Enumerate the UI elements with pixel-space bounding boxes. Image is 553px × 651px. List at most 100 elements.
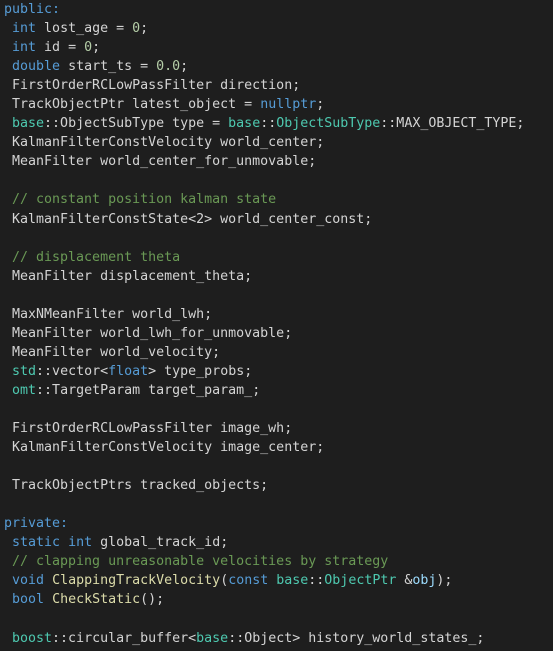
code-token: // clapping unreasonable velocities by s…	[4, 554, 389, 570]
code-token: base	[196, 630, 229, 646]
code-token: int	[68, 535, 93, 551]
code-line: KalmanFilterConstState<2> world_center_c…	[0, 210, 553, 229]
code-token: ObjectPtr	[324, 573, 397, 589]
code-token: TrackObjectPtrs tracked_objects;	[4, 478, 269, 494]
code-token: 0	[132, 21, 141, 37]
code-token: > type_probs;	[148, 363, 253, 379]
code-token: MeanFilter world_center_for_unmovable;	[4, 154, 317, 170]
code-token: obj	[412, 573, 437, 589]
code-token: double	[12, 59, 61, 75]
code-token: KalmanFilterConstState<2> world_center_c…	[4, 211, 373, 227]
code-line: base::ObjectSubType type = base::ObjectS…	[0, 114, 553, 133]
code-token: nullptr	[260, 97, 317, 113]
code-token: bool	[12, 592, 45, 608]
code-line: MeanFilter displacement_theta;	[0, 267, 553, 286]
code-line: FirstOrderRCLowPassFilter image_wh;	[0, 419, 553, 438]
code-line: MeanFilter world_velocity;	[0, 343, 553, 362]
code-line: MeanFilter world_center_for_unmovable;	[0, 152, 553, 171]
code-line: std::vector<float> type_probs;	[0, 362, 553, 381]
code-token: static	[12, 535, 61, 551]
code-token: id =	[36, 40, 85, 56]
code-token: 0.0	[156, 59, 181, 75]
code-line: MeanFilter world_lwh_for_unmovable;	[0, 324, 553, 343]
code-token: KalmanFilterConstVelocity world_center;	[4, 135, 325, 151]
code-token: MeanFilter world_velocity;	[4, 344, 221, 360]
code-token: private:	[4, 516, 69, 532]
code-token: (	[220, 573, 229, 589]
code-token: ::ObjectSubType type =	[44, 116, 229, 132]
code-token: start_ts =	[60, 59, 157, 75]
code-token: 0	[84, 40, 93, 56]
code-token: std	[12, 363, 37, 379]
code-token: FirstOrderRCLowPassFilter image_wh;	[4, 421, 293, 437]
code-line: omt::TargetParam target_param_;	[0, 381, 553, 400]
code-token: ;	[92, 40, 101, 56]
code-line: FirstOrderRCLowPassFilter direction;	[0, 76, 553, 95]
code-token: public:	[4, 2, 61, 17]
code-token: ;	[140, 21, 149, 37]
code-token: ();	[140, 592, 165, 608]
code-line: MaxNMeanFilter world_lwh;	[0, 305, 553, 324]
code-token: MeanFilter displacement_theta;	[4, 268, 253, 284]
code-token: base	[228, 116, 261, 132]
code-editor[interactable]: public: int lost_age = 0; int id = 0; do…	[0, 0, 553, 651]
code-token: lost_age =	[36, 21, 133, 37]
code-token: MeanFilter world_lwh_for_unmovable;	[4, 325, 293, 341]
code-token: ::MAX_OBJECT_TYPE;	[380, 116, 525, 132]
code-line: KalmanFilterConstVelocity image_center;	[0, 438, 553, 457]
code-line: static int global_track_id;	[0, 533, 553, 552]
code-line: boost::circular_buffer<base::Object> his…	[0, 629, 553, 648]
code-token: // displacement theta	[4, 249, 181, 265]
code-line: bool CheckStatic();	[0, 590, 553, 609]
code-token: &	[396, 573, 413, 589]
code-line: int lost_age = 0;	[0, 19, 553, 38]
code-token: ObjectSubType	[276, 116, 381, 132]
code-token: omt	[12, 382, 37, 398]
code-token: ::TargetParam target_param_;	[36, 382, 261, 398]
code-token: ::Object> history_world_states_;	[228, 630, 485, 646]
code-line: // displacement theta	[0, 248, 553, 267]
code-token: MaxNMeanFilter world_lwh;	[4, 306, 213, 322]
code-line: TrackObjectPtr latest_object = nullptr;	[0, 95, 553, 114]
code-token: ::	[260, 116, 277, 132]
code-line: // clapping unreasonable velocities by s…	[0, 552, 553, 571]
code-token: int	[12, 40, 37, 56]
code-token: int	[12, 21, 37, 37]
code-token: const	[228, 573, 269, 589]
code-line: public:	[0, 0, 553, 19]
code-line: KalmanFilterConstVelocity world_center;	[0, 133, 553, 152]
code-token: ::vector<	[36, 363, 109, 379]
code-token: CheckStatic	[52, 592, 141, 608]
code-token: ::	[308, 573, 325, 589]
code-token: ClappingTrackVelocity	[52, 573, 221, 589]
code-token: );	[436, 573, 453, 589]
code-token: boost	[12, 630, 53, 646]
code-line: private:	[0, 514, 553, 533]
code-token: FirstOrderRCLowPassFilter direction;	[4, 78, 301, 94]
code-line: void ClappingTrackVelocity(const base::O…	[0, 571, 553, 590]
code-token: global_track_id;	[92, 535, 229, 551]
code-token: ;	[316, 97, 325, 113]
code-token: // constant position kalman state	[4, 192, 277, 208]
code-token: base	[12, 116, 45, 132]
code-token: void	[12, 573, 45, 589]
code-line: double start_ts = 0.0;	[0, 57, 553, 76]
code-token: float	[108, 363, 149, 379]
